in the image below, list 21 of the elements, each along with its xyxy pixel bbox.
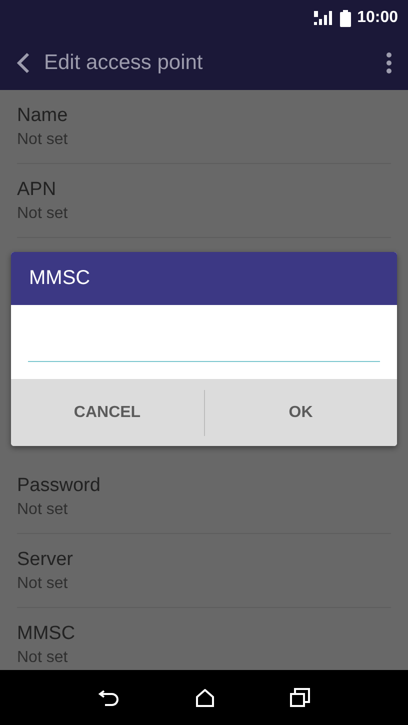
- setting-value: Not set: [17, 204, 69, 222]
- setting-value: Not set: [17, 574, 69, 592]
- dialog-title: MMSC: [11, 252, 397, 305]
- status-time: 10:00: [357, 9, 398, 27]
- setting-value: Not set: [17, 130, 69, 148]
- setting-label: Password: [17, 474, 102, 496]
- dialog-button[interactable]: CANCEL: [11, 379, 204, 446]
- home-icon[interactable]: [196, 688, 214, 706]
- setting-label: Server: [17, 548, 74, 570]
- back-icon[interactable]: [16, 52, 30, 74]
- battery-icon: [340, 10, 352, 26]
- setting-value: Not set: [17, 648, 69, 666]
- signal-icon: [314, 10, 334, 26]
- more-options-icon[interactable]: [386, 52, 392, 74]
- screen-title: Edit access point: [44, 51, 204, 75]
- setting-label: Name: [17, 104, 69, 126]
- setting-label: APN: [17, 178, 58, 200]
- recent-apps-icon[interactable]: [290, 688, 310, 707]
- setting-value: Not set: [17, 500, 69, 518]
- setting-label: MMSC: [17, 622, 76, 644]
- dialog-button[interactable]: OK: [204, 379, 397, 446]
